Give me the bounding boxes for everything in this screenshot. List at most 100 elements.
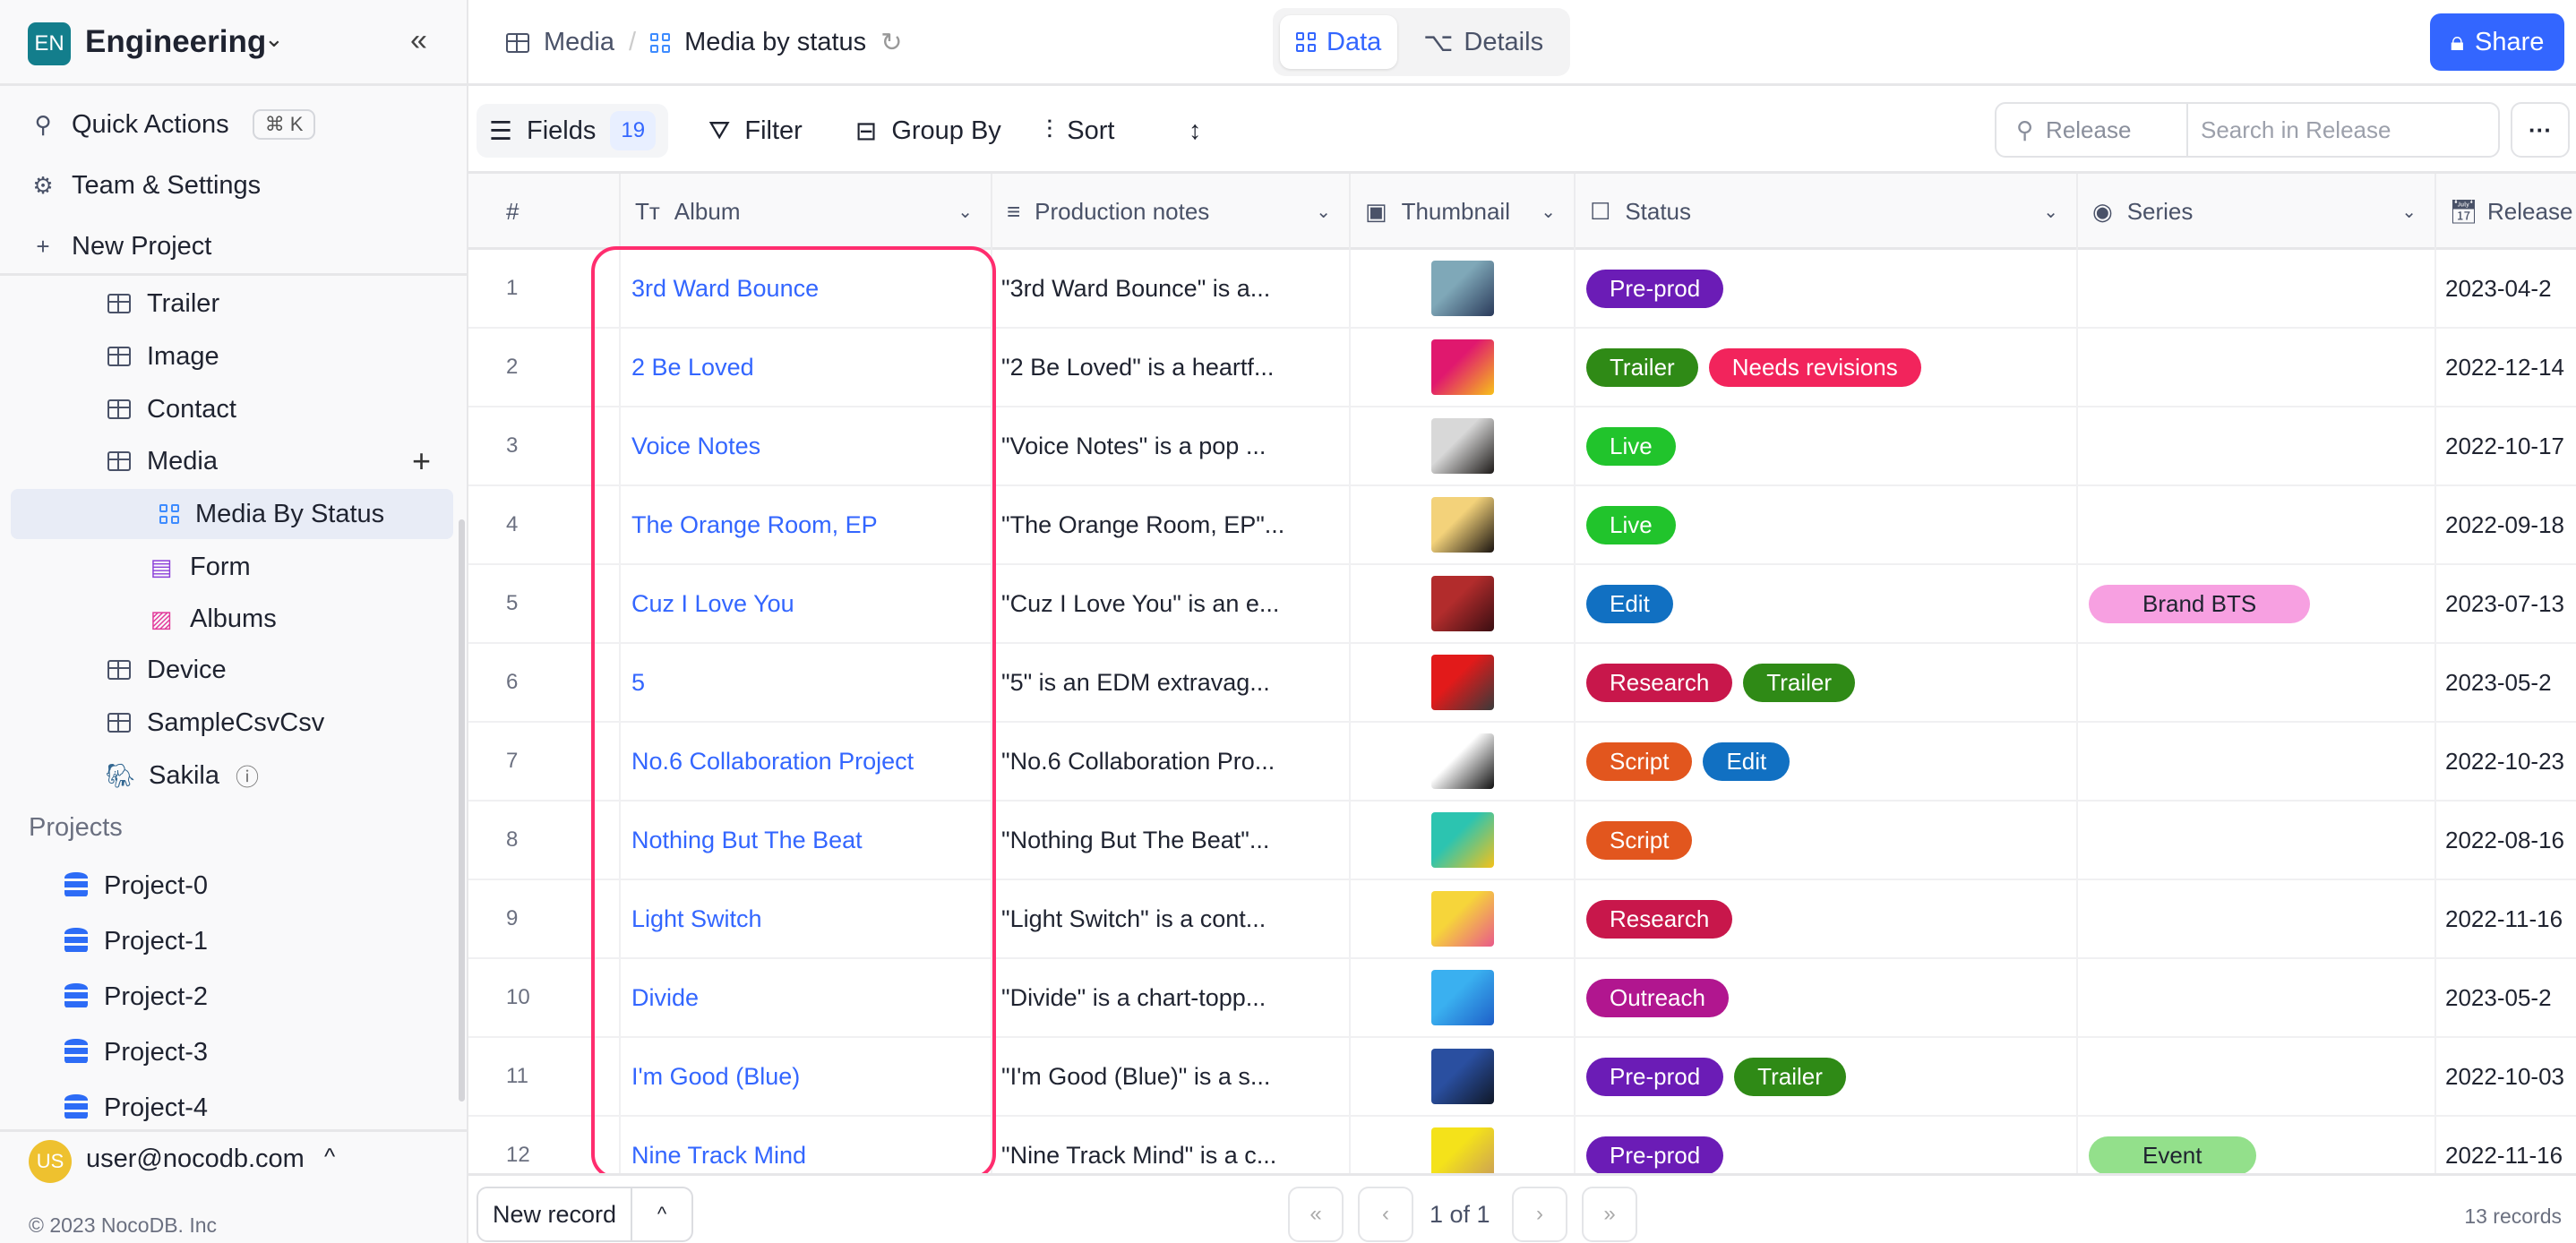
fields-button[interactable]: ☰ Fields 19	[477, 104, 669, 158]
sidebar-scrollbar[interactable]	[459, 519, 465, 1102]
table-row[interactable]: 8 Nothing But The Beat "Nothing But The Be…	[468, 802, 2576, 880]
add-view-icon[interactable]: +	[412, 442, 431, 480]
album-link[interactable]: Light Switch	[631, 905, 762, 933]
sidebar-item-contact[interactable]: Contact	[107, 387, 236, 432]
reload-icon[interactable]: ↻	[880, 27, 902, 58]
collapse-sidebar-icon[interactable]: «	[410, 23, 427, 58]
thumbnail-cell	[1351, 486, 1576, 563]
breadcrumb-table[interactable]: Media	[544, 28, 614, 57]
thumbnail-image[interactable]	[1430, 497, 1494, 553]
sidebar-project-1[interactable]: Project-1	[64, 919, 208, 964]
thumbnail-cell	[1351, 407, 1576, 484]
new-record-button[interactable]: New record ^	[477, 1187, 693, 1242]
search-input[interactable]	[2188, 116, 2493, 144]
album-link[interactable]: Nine Track Mind	[631, 1142, 806, 1170]
new-record-label[interactable]: New record	[478, 1188, 633, 1240]
chevron-up-icon[interactable]: ^	[632, 1203, 691, 1226]
sidebar-item-device[interactable]: Device	[107, 647, 227, 692]
column-header-series[interactable]: ◉ Series ⌄	[2078, 174, 2436, 250]
album-link[interactable]: Cuz I Love You	[631, 590, 794, 618]
sidebar-project-0[interactable]: Project-0	[64, 863, 208, 908]
table-row[interactable]: 9 Light Switch "Light Switch" is a cont...…	[468, 880, 2576, 959]
grid-view-icon	[159, 504, 179, 524]
sidebar-item-sakila[interactable]: 🐘︎ Sakila ⓘ	[106, 753, 260, 798]
chevron-down-icon[interactable]: ⌄	[957, 201, 973, 223]
user-email[interactable]: user@nocodb.com	[86, 1144, 305, 1174]
table-row[interactable]: 10 Divide "Divide" is a chart-topp... Outre…	[468, 959, 2576, 1038]
sidebar-project-2[interactable]: Project-2	[64, 974, 208, 1019]
next-page-button[interactable]: ›	[1512, 1187, 1567, 1242]
sidebar-item-media-by-status[interactable]: Media By Status	[11, 489, 453, 539]
thumbnail-image[interactable]	[1430, 970, 1494, 1025]
column-header-production-notes[interactable]: ≡ Production notes ⌄	[992, 174, 1351, 250]
quick-actions[interactable]: ⚲ Quick Actions ⌘ K	[30, 102, 316, 147]
table-row[interactable]: 5 Cuz I Love You "Cuz I Love You" is an e.…	[468, 565, 2576, 644]
album-link[interactable]: Nothing But The Beat	[631, 827, 863, 854]
column-header-release[interactable]: 📅︎ Release	[2436, 174, 2576, 250]
album-link[interactable]: Divide	[631, 984, 699, 1012]
avatar[interactable]: US	[29, 1140, 72, 1183]
row-height-button[interactable]: ↕	[1189, 104, 1202, 158]
album-link[interactable]: I'm Good (Blue)	[631, 1063, 800, 1091]
info-icon[interactable]: ⓘ	[236, 759, 259, 793]
column-header-thumbnail[interactable]: ▣ Thumbnail ⌄	[1351, 174, 1576, 250]
thumbnail-image[interactable]	[1430, 812, 1494, 868]
album-link[interactable]: Voice Notes	[631, 433, 760, 460]
column-header-album[interactable]: Tт Album ⌄	[621, 174, 992, 250]
album-link[interactable]: The Orange Room, EP	[631, 511, 878, 539]
sidebar-project-3[interactable]: Project-3	[64, 1030, 208, 1075]
more-options-button[interactable]: ···	[2511, 102, 2570, 158]
table-row[interactable]: 3 Voice Notes "Voice Notes" is a pop ... Li…	[468, 407, 2576, 486]
new-project[interactable]: + New Project	[30, 224, 211, 269]
tab-details[interactable]: ⌥ Details	[1407, 15, 1559, 69]
sidebar-item-form[interactable]: ▤ Form	[149, 544, 251, 589]
release-date: 2022-10-17	[2445, 432, 2564, 459]
search-field-select[interactable]: ⚲ Release	[1996, 104, 2188, 156]
album-link[interactable]: No.6 Collaboration Project	[631, 748, 914, 776]
chevron-up-icon[interactable]: ^	[324, 1143, 335, 1170]
filter-button[interactable]: ⛛ Filter	[708, 104, 803, 158]
chevron-down-icon[interactable]: ⌄	[1316, 201, 1331, 223]
share-button[interactable]: 🔒︎ Share	[2430, 13, 2564, 71]
sort-button[interactable]: ⫶ Sort	[1046, 104, 1114, 158]
table-row[interactable]: 2 2 Be Loved "2 Be Loved" is a heartf... Tr…	[468, 329, 2576, 407]
thumbnail-image[interactable]	[1430, 733, 1494, 789]
sidebar-item-image[interactable]: Image	[107, 334, 219, 379]
status-cell: Live	[1576, 407, 2078, 484]
table-row[interactable]: 4 The Orange Room, EP "The Orange Room, EP…	[468, 486, 2576, 565]
text-type-icon: Tт	[635, 198, 660, 225]
prev-page-button[interactable]: ‹	[1358, 1187, 1413, 1242]
thumbnail-image[interactable]	[1430, 418, 1494, 474]
workspace-name[interactable]: Engineering	[85, 24, 266, 60]
album-link[interactable]: 2 Be Loved	[631, 354, 754, 381]
tab-data[interactable]: Data	[1280, 15, 1398, 69]
thumbnail-image[interactable]	[1430, 261, 1494, 316]
album-link[interactable]: 5	[631, 669, 645, 697]
table-row[interactable]: 11 I'm Good (Blue) "I'm Good (Blue)" is a …	[468, 1038, 2576, 1117]
chevron-down-icon[interactable]: ⌄	[2043, 201, 2058, 223]
group-by-button[interactable]: ⊟ Group By	[855, 104, 1001, 158]
sidebar-item-media[interactable]: Media +	[107, 439, 431, 484]
thumbnail-image[interactable]	[1430, 576, 1494, 631]
team-settings[interactable]: ⚙ Team & Settings	[30, 163, 261, 208]
chevron-down-icon[interactable]: ⌄	[1541, 201, 1556, 223]
table-row[interactable]: 6 5 "5" is an EDM extravag... Research Trail…	[468, 644, 2576, 723]
sidebar-item-samplecsvcsv[interactable]: SampleCsvCsv	[107, 700, 324, 745]
table-row[interactable]: 1 3rd Ward Bounce "3rd Ward Bounce" is a..…	[468, 250, 2576, 329]
thumbnail-image[interactable]	[1430, 655, 1494, 710]
grid-view-icon	[650, 32, 671, 53]
chevron-down-icon[interactable]: ⌄	[2401, 201, 2417, 223]
sidebar-item-albums[interactable]: ▨ Albums	[149, 596, 277, 641]
column-header-status[interactable]: ☐ Status ⌄	[1576, 174, 2078, 250]
table-row[interactable]: 7 No.6 Collaboration Project "No.6 Collabo…	[468, 723, 2576, 802]
last-page-button[interactable]: »	[1582, 1187, 1637, 1242]
first-page-button[interactable]: «	[1288, 1187, 1344, 1242]
sidebar-project-4[interactable]: Project-4	[64, 1085, 208, 1130]
thumbnail-image[interactable]	[1430, 339, 1494, 395]
chevron-down-icon[interactable]: ⌄	[264, 25, 284, 53]
thumbnail-image[interactable]	[1430, 891, 1494, 947]
album-link[interactable]: 3rd Ward Bounce	[631, 275, 819, 303]
breadcrumb-view[interactable]: Media by status	[684, 28, 866, 57]
sidebar-item-trailer[interactable]: Trailer	[107, 281, 219, 326]
thumbnail-image[interactable]	[1430, 1049, 1494, 1104]
